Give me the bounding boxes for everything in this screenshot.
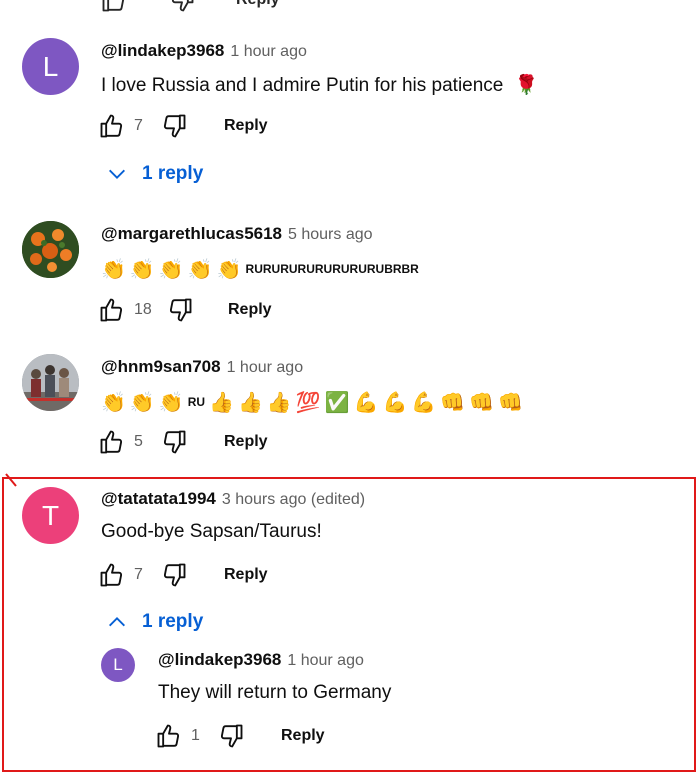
comment-actions: 7 Reply: [98, 561, 268, 589]
comment-text-body: RU: [187, 395, 206, 409]
clapping-hands-emoji: 👏: [129, 257, 155, 281]
comment-time[interactable]: 1 hour ago: [230, 43, 307, 60]
thumbs-up-icon[interactable]: [98, 112, 126, 140]
clapping-hands-emoji: 👏: [129, 390, 155, 414]
partial-actions-row: Reply: [100, 0, 280, 14]
comment-text: 👏 👏 👏 RU 👍 👍 👍 💯 ✅ 💪 💪 💪 👊 👊 👊: [101, 390, 523, 414]
comment-header: @lindakep3968 1 hour ago: [101, 41, 307, 61]
avatar-letter: T: [41, 499, 60, 531]
author-name[interactable]: @tatatata1994: [101, 489, 216, 508]
comment-text-body: I love Russia and I admire Putin for his…: [101, 75, 504, 96]
author-name[interactable]: @margarethlucas5618: [101, 224, 282, 243]
reply-button[interactable]: Reply: [228, 301, 272, 319]
comment-actions: 7 Reply: [98, 112, 268, 140]
reply-button[interactable]: Reply: [281, 727, 325, 745]
group-photo-avatar-image: [22, 354, 79, 411]
avatar-letter: L: [42, 50, 59, 82]
flexed-biceps-emoji: 💪: [411, 390, 437, 414]
thumbs-down-icon[interactable]: [160, 112, 188, 140]
clapping-hands-emoji: 👏: [158, 257, 184, 281]
clapping-hands-emoji: 👏: [158, 390, 184, 414]
fist-emoji: 👊: [440, 390, 466, 414]
replies-count: 1 reply: [142, 611, 204, 632]
comment-actions: 5 Reply: [98, 428, 268, 456]
rose-emoji: 🌹: [514, 74, 539, 96]
clapping-hands-emoji: 👏: [101, 257, 126, 281]
thumbs-down-icon[interactable]: [166, 296, 194, 324]
reply-actions: 1 Reply: [155, 722, 325, 750]
comment-header: @margarethlucas5618 5 hours ago: [101, 224, 373, 244]
replies-toggle[interactable]: 1 reply: [106, 611, 203, 633]
hundred-points-emoji: 💯: [295, 390, 321, 414]
like-count: 1: [191, 727, 200, 744]
author-name[interactable]: @hnm9san708: [101, 357, 221, 376]
thumbs-down-icon[interactable]: [217, 722, 245, 750]
thumbs-down-icon[interactable]: [168, 0, 196, 14]
like-count: 18: [134, 301, 152, 318]
like-count: 5: [134, 433, 143, 450]
replies-toggle[interactable]: 1 reply: [106, 163, 203, 185]
flexed-biceps-emoji: 💪: [382, 390, 408, 414]
annotation-tick-mark: [5, 473, 17, 487]
comment-text: 👏 👏 👏 👏 👏 RURURURURURURURUBRBR: [101, 257, 419, 281]
flowers-avatar-image: [22, 221, 79, 278]
reply-text: They will return to Germany: [158, 682, 392, 703]
author-name[interactable]: @lindakep3968: [158, 650, 281, 669]
thumbs-up-icon[interactable]: [100, 0, 128, 14]
comment-header: @tatatata1994 3 hours ago (edited): [101, 489, 365, 509]
thumbs-up-emoji: 👍: [266, 390, 292, 414]
clapping-hands-emoji: 👏: [101, 390, 126, 414]
avatar[interactable]: L: [101, 648, 135, 682]
clapping-hands-emoji: 👏: [187, 257, 213, 281]
reply-button[interactable]: Reply: [224, 433, 268, 451]
fist-emoji: 👊: [498, 390, 524, 414]
comment-text: Good-bye Sapsan/Taurus!: [101, 521, 322, 542]
avatar[interactable]: [22, 221, 79, 278]
fist-emoji: 👊: [469, 390, 495, 414]
check-mark-emoji: ✅: [324, 390, 350, 414]
thumbs-down-icon[interactable]: [160, 428, 188, 456]
replies-count: 1 reply: [142, 163, 204, 184]
comment-time[interactable]: 3 hours ago (edited): [222, 491, 365, 508]
comment-time[interactable]: 5 hours ago: [288, 226, 373, 243]
comment-actions: 18 Reply: [98, 296, 272, 324]
comment-text: I love Russia and I admire Putin for his…: [101, 73, 538, 97]
chevron-down-icon: [109, 169, 125, 179]
reply-header: @lindakep3968 1 hour ago: [158, 650, 364, 670]
comment-time[interactable]: 1 hour ago: [227, 359, 304, 376]
comment-time[interactable]: 1 hour ago: [287, 652, 364, 669]
clapping-hands-emoji: 👏: [216, 257, 242, 281]
avatar[interactable]: T: [22, 487, 79, 544]
flexed-biceps-emoji: 💪: [353, 390, 379, 414]
reply-button[interactable]: Reply: [224, 117, 268, 135]
author-name[interactable]: @lindakep3968: [101, 41, 224, 60]
avatar-letter: L: [113, 655, 123, 674]
avatar[interactable]: L: [22, 38, 79, 95]
reply-button[interactable]: Reply: [236, 0, 280, 9]
avatar[interactable]: [22, 354, 79, 411]
comment-text-body: RURURURURURURURUBRBR: [245, 262, 419, 276]
reply-button[interactable]: Reply: [224, 566, 268, 584]
thumbs-up-icon[interactable]: [155, 722, 183, 750]
comment-header: @hnm9san708 1 hour ago: [101, 357, 303, 377]
like-count: 7: [134, 117, 143, 134]
like-count: 7: [134, 566, 143, 583]
thumbs-up-emoji: 👍: [237, 390, 263, 414]
chevron-up-icon: [109, 617, 125, 627]
thumbs-up-icon[interactable]: [98, 561, 126, 589]
thumbs-up-icon[interactable]: [98, 428, 126, 456]
thumbs-down-icon[interactable]: [160, 561, 188, 589]
thumbs-up-emoji: 👍: [209, 390, 234, 414]
thumbs-up-icon[interactable]: [98, 296, 126, 324]
